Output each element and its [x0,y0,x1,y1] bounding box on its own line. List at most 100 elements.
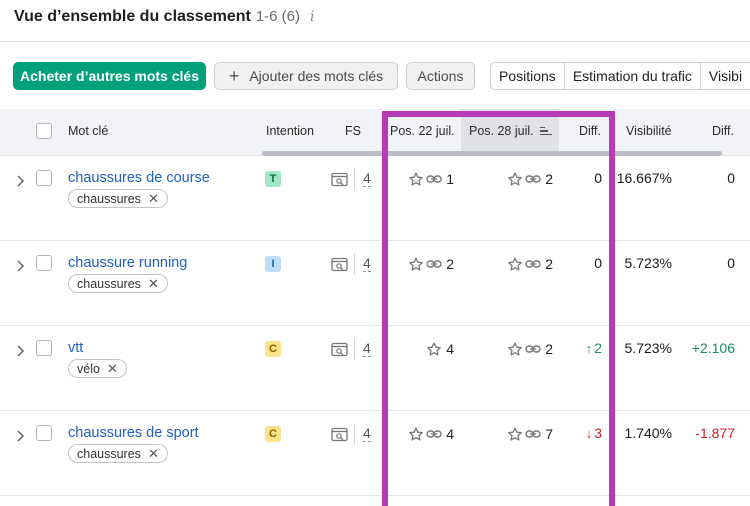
fs-count[interactable]: 4 [363,340,371,357]
star-icon [409,427,424,441]
tab-positions[interactable]: Positions [491,63,565,89]
position-diff: 0 [594,255,602,271]
close-icon[interactable]: ✕ [148,446,159,462]
col-pos-22-jul[interactable]: Pos. 22 juil. [390,109,455,152]
col-fs[interactable]: FS [345,109,361,152]
row-checkbox[interactable] [36,340,52,356]
page-header: Vue d’ensemble du classement 1-6 (6) i [14,8,315,32]
fs-divider [354,339,355,359]
fs-divider [354,424,355,444]
tag-label: chaussures [77,191,141,206]
fs-count[interactable]: 4 [363,425,371,442]
fs-divider [354,254,355,274]
intent-badge: T [265,171,281,187]
position-diff-value: 3 [594,425,602,441]
view-switcher: Positions Estimation du trafic Visibi [490,62,750,90]
plus-icon: + [228,66,240,86]
position-22-jul: 1 [446,171,454,187]
position-22-jul-cell: 4 [408,425,454,443]
link-icon [525,260,541,268]
close-icon[interactable]: ✕ [107,361,118,377]
row-checkbox[interactable] [36,255,52,271]
link-icon [525,175,541,183]
table-row: chaussures de sport chaussures ✕ C 4 4 7… [0,411,750,496]
position-28-jul-cell: 2 [507,170,553,188]
visibility-diff: -1.877 [695,425,735,441]
keyword-link[interactable]: chaussures de course [68,170,210,186]
link-icon [525,430,541,438]
position-diff: ↓ 3 [586,425,602,441]
star-icon [508,172,523,186]
keyword-link[interactable]: vtt [68,340,83,356]
position-22-jul-cell: 2 [408,255,454,273]
chevron-right-icon[interactable] [15,429,25,443]
actions-button[interactable]: Actions [406,62,475,90]
intent-badge: C [265,426,281,442]
chevron-right-icon[interactable] [15,259,25,273]
intent-badge: C [265,341,281,357]
chevron-right-icon[interactable] [15,344,25,358]
position-28-jul-cell: 2 [507,340,553,358]
col-intent[interactable]: Intention [266,109,314,152]
position-28-jul: 2 [545,171,553,187]
page-title: Vue d’ensemble du classement [14,8,251,25]
keyword-tag: chaussures ✕ [68,189,168,208]
link-icon [426,175,442,183]
buy-keywords-button[interactable]: Acheter d’autres mots clés [13,62,206,90]
position-22-jul: 4 [446,426,454,442]
row-checkbox[interactable] [36,425,52,441]
arrow-down-icon: ↓ [585,426,593,441]
table-row: vtt vélo ✕ C 4 4 2 ↑ 2 5.723% +2.106 [0,326,750,411]
keyword-link[interactable]: chaussure running [68,255,187,271]
header-divider [0,41,750,42]
select-all-checkbox[interactable] [36,123,52,139]
chevron-right-icon[interactable] [15,174,25,188]
table-row: chaussure running chaussures ✕ I 4 2 2 0… [0,241,750,326]
star-icon [508,427,523,441]
keyword-link[interactable]: chaussures de sport [68,425,199,441]
close-icon[interactable]: ✕ [148,276,159,292]
keyword-tag: chaussures ✕ [68,274,168,293]
table-header: Mot clé Intention FS Pos. 22 juil. Pos. … [0,109,750,156]
col-pos-28-jul[interactable]: Pos. 28 juil. [461,109,559,152]
col-diff[interactable]: Diff. [579,109,601,152]
fs-count[interactable]: 4 [363,170,371,187]
close-icon[interactable]: ✕ [148,191,159,207]
star-icon [508,342,523,356]
visibility-value: 16.667% [616,170,672,186]
position-diff: ↑ 2 [586,340,602,356]
arrow-up-icon: ↑ [585,341,593,356]
keyword-tag: vélo ✕ [68,359,127,378]
serp-feature-icon [331,427,348,442]
position-diff-value: 0 [594,170,602,186]
star-icon [409,172,424,186]
sort-icon [539,126,552,136]
col-pos-28-jul-label: Pos. 28 juil. [469,123,534,138]
position-22-jul: 2 [446,256,454,272]
visibility-diff: +2.106 [691,340,735,356]
visibility-value: 5.723% [624,255,672,271]
position-28-jul-cell: 2 [507,255,553,273]
visibility-diff: 0 [727,255,735,271]
col-diff-visibility[interactable]: Diff. [712,109,734,152]
star-icon [508,257,523,271]
fs-divider [354,169,355,189]
result-count: 1-6 (6) [255,8,301,25]
position-28-jul: 7 [545,426,553,442]
position-22-jul: 4 [446,341,454,357]
row-checkbox[interactable] [36,170,52,186]
tab-visibility[interactable]: Visibi [701,63,750,89]
col-visibility[interactable]: Visibilité [626,109,672,152]
position-diff: 0 [594,170,602,186]
visibility-diff: 0 [727,170,735,186]
position-28-jul-cell: 7 [507,425,553,443]
tab-traffic-estimate[interactable]: Estimation du trafic [565,63,701,89]
tag-label: vélo [77,361,100,376]
info-icon[interactable]: i [310,9,314,25]
add-keywords-button[interactable]: + Ajouter des mots clés [214,62,398,90]
link-icon [426,430,442,438]
col-keyword[interactable]: Mot clé [68,109,108,152]
star-icon [409,257,424,271]
fs-count[interactable]: 4 [363,255,371,272]
position-28-jul: 2 [545,256,553,272]
